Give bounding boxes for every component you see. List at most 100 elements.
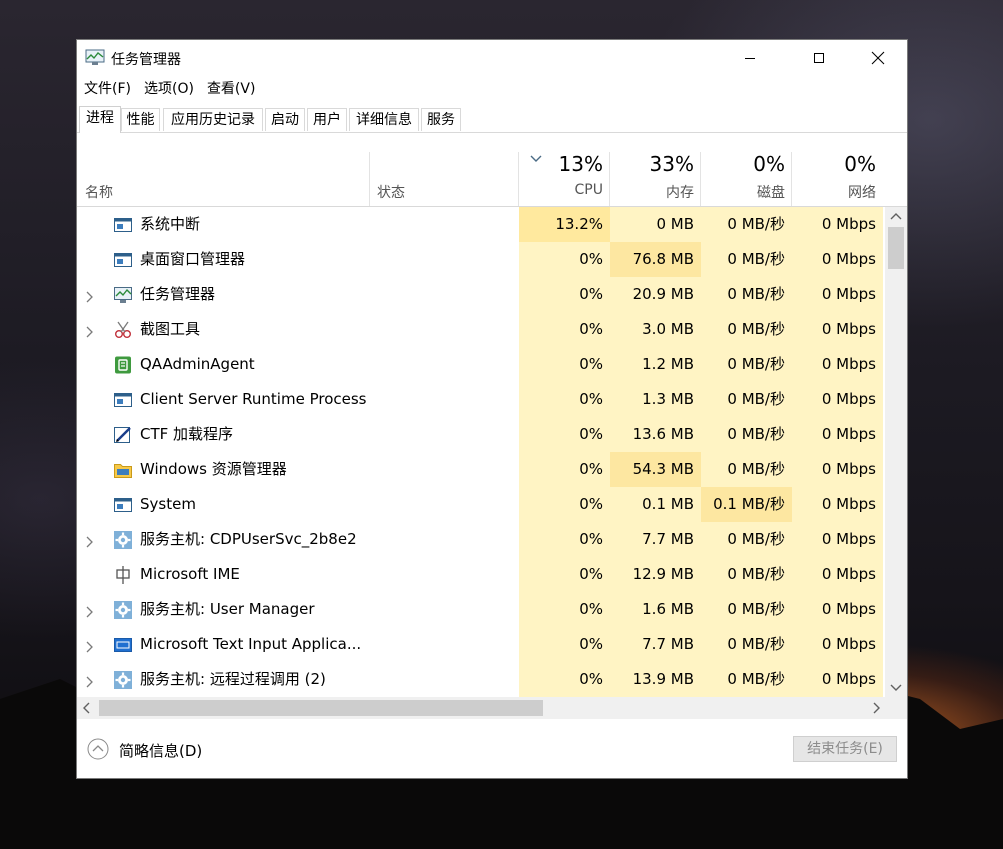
scroll-right-icon[interactable] — [873, 702, 881, 714]
menu-options[interactable]: 选项(O) — [137, 78, 200, 100]
expand-chevron-icon[interactable] — [85, 673, 95, 688]
task-manager-window: 任务管理器 文件(F) 选项(O) 查看(V) 进程 性能 应用历史记录 启动 … — [76, 39, 908, 779]
disk-value: 0 MB/秒 — [701, 417, 792, 452]
minimize-button[interactable] — [727, 40, 773, 76]
system-window-icon — [113, 215, 133, 235]
process-name: Microsoft Text Input Applica... — [140, 635, 362, 653]
memory-value: 3.0 MB — [610, 312, 701, 347]
network-column-label[interactable]: 网络 — [792, 182, 876, 202]
memory-value: 20.9 MB — [610, 277, 701, 312]
disk-value: 0 MB/秒 — [701, 627, 792, 662]
memory-value: 0.1 MB — [610, 487, 701, 522]
process-row[interactable]: 服务主机: 远程过程调用 (2) 0% 13.9 MB 0 MB/秒 0 Mbps — [77, 662, 883, 697]
tab-processes[interactable]: 进程 — [79, 106, 121, 133]
process-row[interactable]: 截图工具 0% 3.0 MB 0 MB/秒 0 Mbps — [77, 312, 883, 347]
expand-chevron-icon[interactable] — [85, 323, 95, 338]
tab-app-history[interactable]: 应用历史记录 — [163, 108, 263, 131]
close-button[interactable] — [855, 40, 901, 76]
system-window-icon — [113, 250, 133, 270]
network-value: 0 Mbps — [792, 627, 883, 662]
scroll-down-icon[interactable] — [890, 684, 902, 692]
close-icon — [871, 51, 885, 65]
process-row[interactable]: Microsoft IME 0% 12.9 MB 0 MB/秒 0 Mbps — [77, 557, 883, 592]
snipping-tool-icon — [113, 320, 133, 340]
vertical-scrollbar[interactable] — [885, 207, 907, 697]
tab-details[interactable]: 详细信息 — [349, 108, 419, 131]
title-bar[interactable]: 任务管理器 — [77, 40, 907, 76]
process-row[interactable]: 任务管理器 0% 20.9 MB 0 MB/秒 0 Mbps — [77, 277, 883, 312]
cpu-column-label[interactable]: CPU — [519, 182, 603, 198]
process-row[interactable]: Microsoft Text Input Applica... 0% 7.7 MB 0… — [77, 627, 883, 662]
process-row[interactable]: Client Server Runtime Process 0% 1.3 MB 0 M… — [77, 382, 883, 417]
fewer-details-link[interactable]: 简略信息(D) — [119, 740, 202, 761]
menu-file[interactable]: 文件(F) — [77, 78, 137, 100]
horizontal-scrollbar[interactable] — [77, 697, 907, 719]
expand-chevron-icon[interactable] — [85, 638, 95, 653]
tab-services[interactable]: 服务 — [421, 108, 461, 131]
memory-value: 1.2 MB — [610, 347, 701, 382]
disk-value: 0 MB/秒 — [701, 207, 792, 242]
memory-value: 1.6 MB — [610, 592, 701, 627]
tab-startup[interactable]: 启动 — [265, 108, 305, 131]
network-value: 0 Mbps — [792, 312, 883, 347]
process-row[interactable]: QAAdminAgent 0% 1.2 MB 0 MB/秒 0 Mbps — [77, 347, 883, 382]
cpu-value: 0% — [519, 592, 610, 627]
maximize-button[interactable] — [796, 40, 842, 76]
expand-chevron-icon[interactable] — [85, 288, 95, 303]
process-row[interactable]: 服务主机: CDPUserSvc_2b8e2 0% 7.7 MB 0 MB/秒 0 Mb… — [77, 522, 883, 557]
process-row[interactable]: 服务主机: User Manager 0% 1.6 MB 0 MB/秒 0 Mbps — [77, 592, 883, 627]
process-row[interactable]: Windows 资源管理器 0% 54.3 MB 0 MB/秒 0 Mbps — [77, 452, 883, 487]
disk-total-percent[interactable]: 0% — [701, 152, 785, 176]
process-name: CTF 加载程序 — [140, 425, 234, 443]
process-name: 任务管理器 — [140, 285, 216, 303]
disk-value: 0 MB/秒 — [701, 522, 792, 557]
window-title: 任务管理器 — [111, 52, 181, 68]
tab-users[interactable]: 用户 — [307, 108, 347, 131]
menu-view[interactable]: 查看(V) — [200, 78, 262, 100]
scroll-left-icon[interactable] — [82, 702, 90, 714]
tab-performance[interactable]: 性能 — [121, 108, 160, 131]
menu-bar: 文件(F) 选项(O) 查看(V) — [77, 78, 261, 100]
cpu-value: 0% — [519, 277, 610, 312]
minimize-icon — [745, 58, 755, 59]
process-name: 截图工具 — [140, 320, 201, 338]
cpu-total-percent[interactable]: 13% — [519, 152, 603, 176]
cpu-value: 0% — [519, 557, 610, 592]
process-row[interactable]: 桌面窗口管理器 0% 76.8 MB 0 MB/秒 0 Mbps — [77, 242, 883, 277]
process-row[interactable]: CTF 加载程序 0% 13.6 MB 0 MB/秒 0 Mbps — [77, 417, 883, 452]
task-manager-app-icon — [85, 49, 105, 65]
collapse-circle-icon[interactable] — [87, 738, 109, 760]
scroll-up-icon[interactable] — [890, 212, 902, 220]
horizontal-scroll-thumb[interactable] — [99, 700, 543, 716]
disk-value: 0 MB/秒 — [701, 452, 792, 487]
process-list: 系统中断 13.2% 0 MB 0 MB/秒 0 Mbps 桌面窗口管理器 0% 76.8 M… — [77, 207, 883, 697]
network-value: 0 Mbps — [792, 277, 883, 312]
memory-value: 1.3 MB — [610, 382, 701, 417]
disk-column-label[interactable]: 磁盘 — [701, 182, 785, 202]
system-window-icon — [113, 390, 133, 410]
column-header: 名称 状态 13% CPU 33% 内存 0% 磁盘 0% 网络 — [77, 132, 907, 207]
column-name-header[interactable]: 名称 — [85, 182, 113, 202]
gear-icon — [113, 670, 133, 690]
vertical-scroll-thumb[interactable] — [888, 227, 904, 269]
gear-icon — [113, 600, 133, 620]
tab-bar: 进程 性能 应用历史记录 启动 用户 详细信息 服务 — [77, 106, 907, 133]
gear-icon — [113, 530, 133, 550]
process-name: Windows 资源管理器 — [140, 460, 287, 478]
memory-total-percent[interactable]: 33% — [610, 152, 694, 176]
expand-chevron-icon[interactable] — [85, 533, 95, 548]
expand-chevron-icon[interactable] — [85, 603, 95, 618]
memory-column-label[interactable]: 内存 — [610, 182, 694, 202]
maximize-icon — [814, 53, 824, 63]
column-status-header[interactable]: 状态 — [377, 182, 405, 202]
memory-value: 7.7 MB — [610, 627, 701, 662]
system-window-icon — [113, 495, 133, 515]
cpu-value: 0% — [519, 312, 610, 347]
cpu-value: 0% — [519, 347, 610, 382]
process-row[interactable]: 系统中断 13.2% 0 MB 0 MB/秒 0 Mbps — [77, 207, 883, 242]
process-row[interactable]: System 0% 0.1 MB 0.1 MB/秒 0 Mbps — [77, 487, 883, 522]
end-task-button[interactable]: 结束任务(E) — [793, 736, 897, 762]
network-total-percent[interactable]: 0% — [792, 152, 876, 176]
cpu-value: 0% — [519, 487, 610, 522]
memory-value: 13.9 MB — [610, 662, 701, 697]
